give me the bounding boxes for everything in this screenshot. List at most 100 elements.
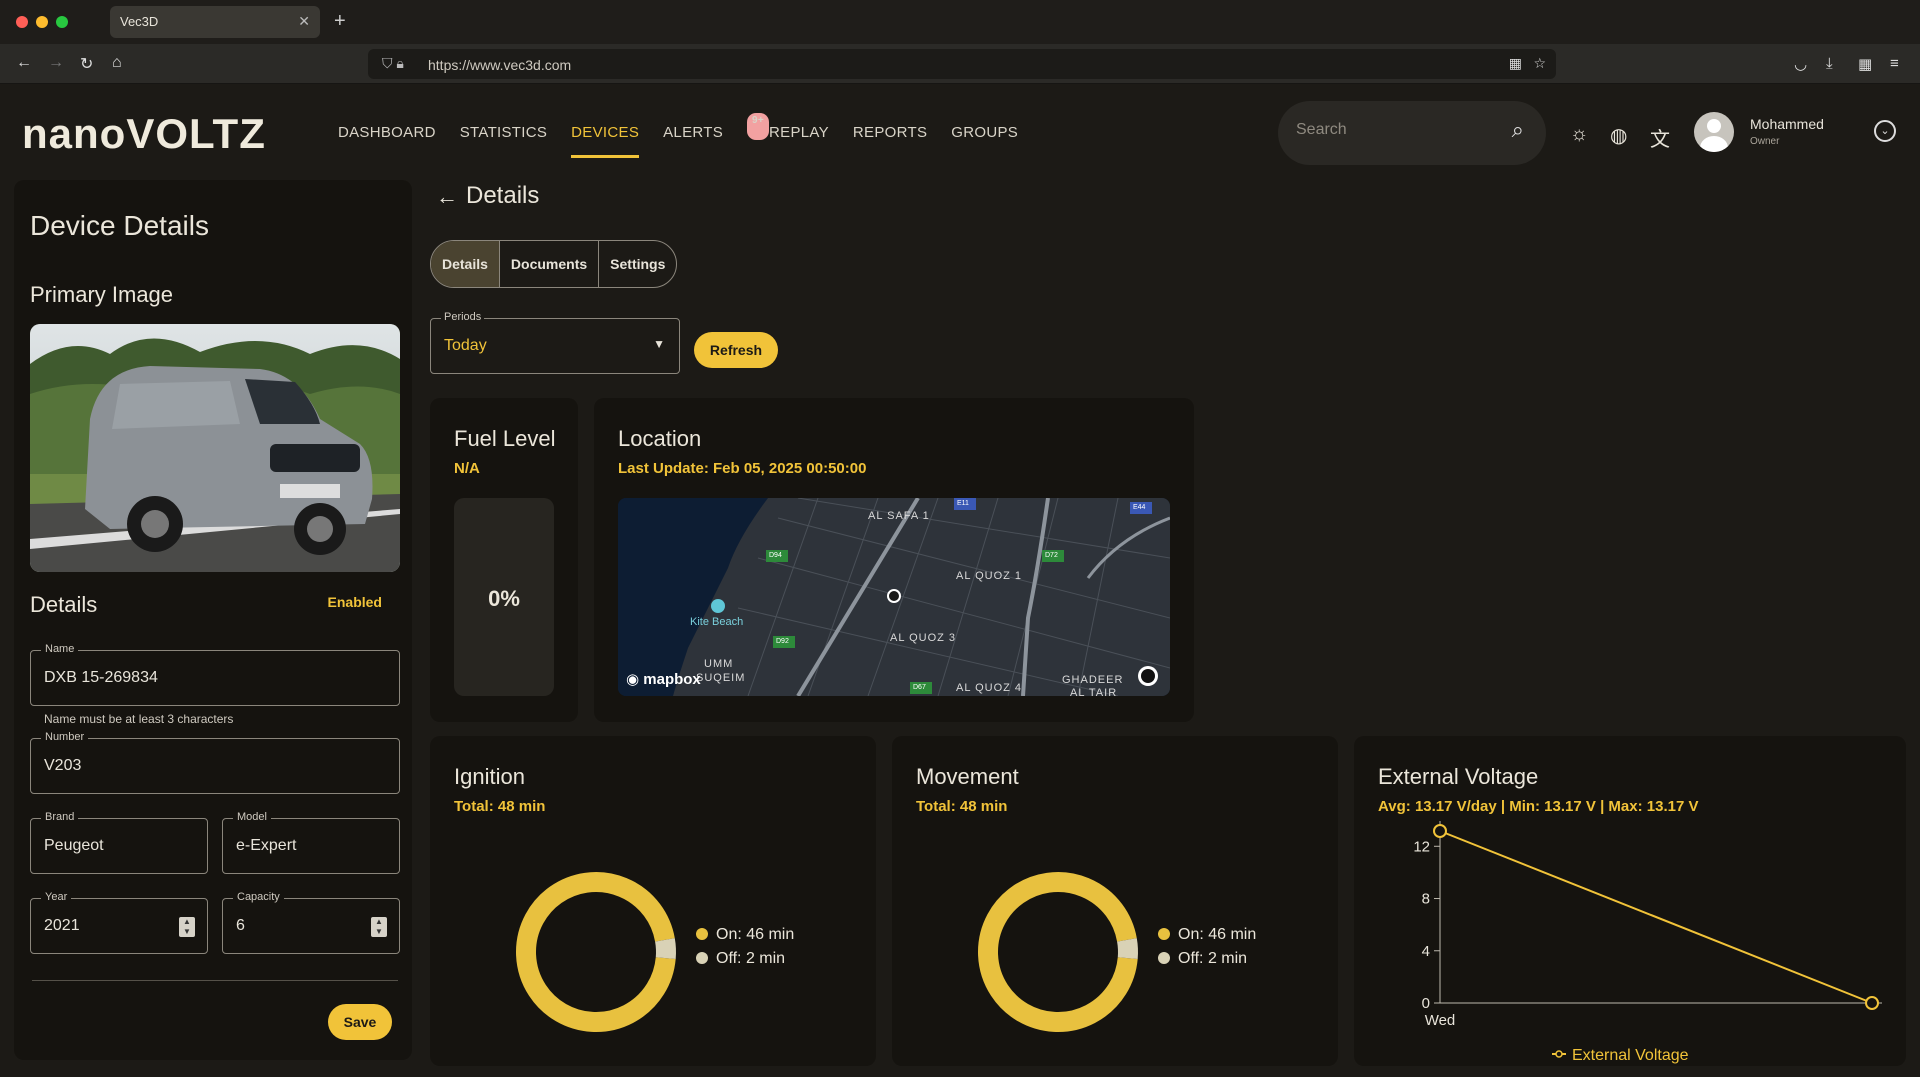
translate-icon[interactable]: 文	[1650, 123, 1670, 152]
panel-title: Device Details	[30, 210, 209, 241]
nav-replay[interactable]: REPLAY	[769, 124, 829, 158]
forward-arrow-icon[interactable]: →	[48, 54, 64, 72]
year-field[interactable]: Year 2021 ▲ ▼	[30, 891, 208, 954]
model-field[interactable]: Model e-Expert	[222, 811, 400, 874]
back-arrow-icon-page[interactable]: ←	[436, 184, 458, 210]
number-field[interactable]: Number V203	[30, 731, 400, 794]
movement-slice-on[interactable]	[978, 872, 1138, 1032]
map-label-kite-beach: Kite Beach	[690, 616, 744, 628]
nav-reports[interactable]: REPORTS	[853, 124, 927, 158]
url-text: https://www.vec3d.com	[428, 57, 572, 73]
browser-tab[interactable]: Vec3D ✕	[110, 6, 320, 38]
fuel-percent: 0%	[488, 586, 520, 611]
movement-title: Movement	[916, 764, 1019, 789]
reload-icon[interactable]: ↻	[80, 54, 93, 74]
chevron-down-icon[interactable]: ⌄	[1874, 120, 1896, 142]
map-road-d92: D92	[776, 638, 789, 645]
movement-slice-off[interactable]	[1117, 938, 1138, 959]
number-value: V203	[44, 757, 82, 774]
legend-item-off[interactable]: Off: 2 min	[1158, 950, 1256, 968]
brand-value: Peugeot	[44, 837, 104, 854]
browser-toolbar: ← → ↻ ⌂ ⛉ 🔒︎ https://www.vec3d.com ▦ ☆ ◡…	[0, 44, 1920, 84]
year-label: Year	[41, 891, 72, 903]
map-label-al-safa: AL SAFA 1	[868, 510, 930, 522]
pocket-icon[interactable]: ◡	[1794, 55, 1807, 73]
brightness-icon[interactable]: ☼	[1570, 123, 1588, 146]
maximize-window-icon[interactable]	[56, 16, 68, 28]
voltage-point[interactable]	[1865, 996, 1879, 1010]
nav-groups[interactable]: GROUPS	[951, 124, 1018, 158]
movement-donut	[978, 872, 1138, 1032]
external-voltage-card: External Voltage Avg: 13.17 V/day | Min:…	[1354, 736, 1906, 1066]
ignition-legend: On: 46 min Off: 2 min	[696, 926, 794, 974]
nav-alerts[interactable]: ALERTS 9+	[663, 113, 770, 158]
menu-icon[interactable]: ≡	[1890, 55, 1899, 72]
off-dot-icon	[696, 952, 708, 964]
location-subtitle: Last Update: Feb 05, 2025 00:50:00	[618, 460, 867, 477]
off-dot-icon	[1158, 952, 1170, 964]
device-details-panel: Device Details Primary Image Details Ena…	[14, 180, 412, 1060]
periods-label: Periods	[441, 311, 485, 323]
tab-documents[interactable]: Documents	[500, 241, 600, 287]
ignition-slice-off[interactable]	[655, 938, 676, 959]
year-stepper-icon[interactable]: ▲ ▼	[179, 917, 195, 937]
tab-settings[interactable]: Settings	[599, 241, 676, 287]
brand-label: Brand	[41, 811, 79, 823]
apps-grid-icon[interactable]: ▦	[1509, 55, 1522, 72]
palette-icon[interactable]: ◍	[1610, 123, 1627, 148]
download-icon[interactable]: ⤓	[1826, 55, 1833, 72]
search-icon[interactable]: ⌕	[1512, 117, 1524, 143]
vehicle-photo[interactable]	[30, 324, 400, 572]
legend-item-on[interactable]: On: 46 min	[696, 926, 794, 944]
minimize-window-icon[interactable]	[36, 16, 48, 28]
ignition-slice-on[interactable]	[516, 872, 676, 1032]
legend-item-on[interactable]: On: 46 min	[1158, 926, 1256, 944]
extensions-icon[interactable]: ▦	[1858, 55, 1872, 73]
nav-devices[interactable]: DEVICES	[571, 124, 640, 158]
close-window-icon[interactable]	[16, 16, 28, 28]
map-road-e11: E11	[957, 500, 969, 507]
brand-logo[interactable]: nanoVOLTZ	[22, 110, 266, 158]
new-tab-icon[interactable]: +	[334, 10, 346, 33]
movement-on-label: On: 46 min	[1178, 926, 1257, 943]
close-tab-icon[interactable]: ✕	[298, 13, 310, 30]
ignition-off-label: Off: 2 min	[716, 950, 786, 967]
periods-value: Today	[444, 337, 487, 354]
home-icon[interactable]: ⌂	[112, 54, 122, 72]
map-road-e44: E44	[1133, 504, 1146, 511]
voltage-point[interactable]	[1433, 824, 1447, 838]
ignition-donut	[516, 872, 676, 1032]
avatar[interactable]	[1694, 112, 1734, 152]
movement-subtitle: Total: 48 min	[916, 798, 1008, 815]
map-label-ghadeer: GHADEER	[1062, 674, 1124, 686]
mapbox-logo[interactable]: ◉ mapbox	[626, 670, 701, 688]
search-input[interactable]	[1296, 121, 1496, 139]
location-title: Location	[618, 426, 702, 451]
year-value: 2021	[44, 917, 80, 934]
location-card: Location Last Update: Feb 05, 2025 00:50…	[594, 398, 1194, 722]
chart-legend[interactable]: External Voltage	[1552, 1047, 1689, 1064]
tab-details[interactable]: Details	[431, 241, 500, 287]
address-bar[interactable]: ⛉ 🔒︎ https://www.vec3d.com ▦ ☆	[368, 49, 1556, 79]
brand-field[interactable]: Brand Peugeot	[30, 811, 208, 874]
name-field[interactable]: Name DXB 15-269834	[30, 643, 400, 706]
periods-select[interactable]: Periods Today ▼	[430, 311, 680, 374]
capacity-stepper-icon[interactable]: ▲ ▼	[371, 917, 387, 937]
movement-legend: On: 46 min Off: 2 min	[1158, 926, 1256, 974]
capacity-field[interactable]: Capacity 6 ▲ ▼	[222, 891, 400, 954]
legend-item-off[interactable]: Off: 2 min	[696, 950, 794, 968]
back-arrow-icon[interactable]: ←	[16, 54, 32, 72]
location-map[interactable]: AL SAFA 1 AL QUOZ 1 AL QUOZ 3 AL QUOZ 4 …	[618, 498, 1170, 696]
details-section-title: Details	[30, 592, 98, 617]
main-nav: DASHBOARD STATISTICS DEVICES ALERTS 9+ RE…	[338, 113, 1018, 158]
nav-alerts-label: ALERTS	[663, 124, 724, 141]
bookmark-star-icon[interactable]: ☆	[1533, 55, 1546, 72]
nav-statistics[interactable]: STATISTICS	[460, 124, 547, 158]
shield-lock-icon: ⛉ 🔒︎	[382, 55, 404, 71]
save-button[interactable]: Save	[328, 1004, 392, 1040]
nav-dashboard[interactable]: DASHBOARD	[338, 124, 436, 158]
ignition-on-label: On: 46 min	[716, 926, 795, 943]
fuel-subtitle: N/A	[454, 460, 480, 477]
capacity-label: Capacity	[233, 891, 284, 903]
refresh-button[interactable]: Refresh	[694, 332, 778, 368]
